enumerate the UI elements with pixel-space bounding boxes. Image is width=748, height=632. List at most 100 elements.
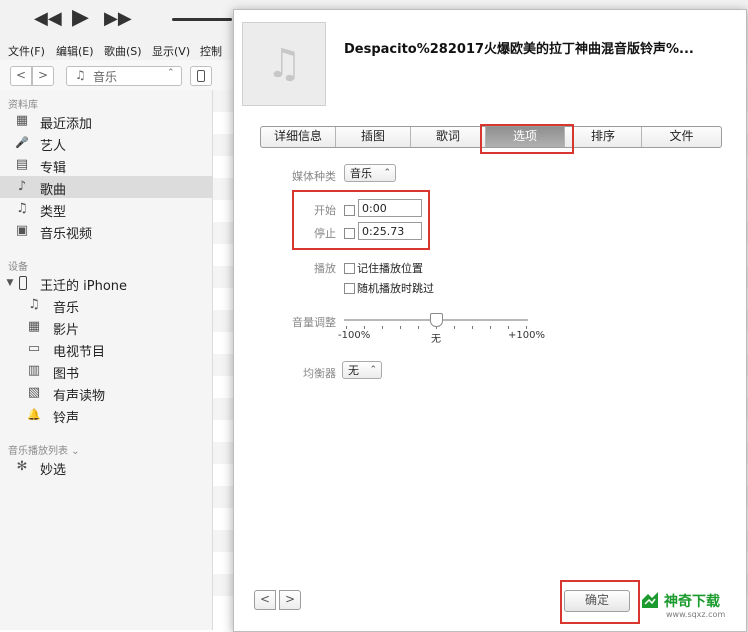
- tab-artwork[interactable]: 插图: [336, 127, 411, 147]
- skip-shuffle-checkbox[interactable]: [344, 283, 355, 294]
- options-tab-highlight: [480, 124, 574, 154]
- bell-icon: 🔔: [27, 408, 41, 421]
- volume-max-label: +100%: [508, 330, 545, 341]
- sidebar-item-label: 妙选: [40, 463, 67, 478]
- sidebar-item-device-audiobooks[interactable]: ▧ 有声读物: [0, 382, 212, 404]
- volume-mid-label: 无: [431, 334, 441, 345]
- tab-details[interactable]: 详细信息: [261, 127, 336, 147]
- previous-song-button[interactable]: <: [254, 590, 276, 610]
- genius-icon: ✻: [16, 459, 28, 474]
- sidebar-item-device-movies[interactable]: ▦ 影片: [0, 316, 212, 338]
- music-note-icon: ♫: [266, 41, 302, 87]
- media-kind-value: 音乐: [350, 167, 372, 180]
- menu-view[interactable]: 显示(V): [152, 43, 190, 59]
- volume-adjust-knob[interactable]: [430, 313, 443, 327]
- fast-forward-icon[interactable]: ▶▶: [104, 8, 132, 29]
- book-icon: ▥: [27, 363, 41, 378]
- iphone-icon: [19, 276, 27, 290]
- skip-shuffle-label: 随机播放时跳过: [357, 282, 434, 295]
- sidebar-item-label: 类型: [40, 205, 67, 220]
- volume-slider[interactable]: [172, 18, 232, 21]
- sidebar-item-label: 铃声: [53, 411, 80, 426]
- sidebar-item-device-tv-shows[interactable]: ▭ 电视节目: [0, 338, 212, 360]
- equalizer-select[interactable]: 无 ⌃: [342, 361, 382, 379]
- sidebar-item-albums[interactable]: ▤ 专辑: [0, 154, 212, 176]
- media-kind-select[interactable]: 音乐 ⌃: [344, 164, 396, 182]
- album-icon: ▤: [15, 157, 29, 172]
- playback-label: 播放: [314, 262, 336, 275]
- sidebar-item-label: 音乐: [53, 301, 80, 316]
- disclosure-triangle-icon[interactable]: ▼: [2, 275, 18, 291]
- sidebar-item-label: 电视节目: [53, 345, 106, 360]
- menu-edit[interactable]: 编辑(E): [56, 43, 94, 59]
- slider-tick: [400, 326, 401, 329]
- select-arrows-icon: ⌃: [167, 68, 175, 78]
- stop-time-input[interactable]: 0:25.73: [358, 222, 422, 240]
- watermark-logo-icon: [642, 592, 658, 608]
- music-note-icon: ♫: [28, 297, 40, 312]
- song-title: Despacito%282017火爆欧美的拉丁神曲混音版铃声%...: [344, 42, 694, 57]
- slider-tick: [346, 326, 347, 329]
- back-button[interactable]: <: [10, 66, 32, 86]
- menu-controls[interactable]: 控制: [200, 43, 222, 59]
- rewind-icon[interactable]: ◀◀: [34, 8, 62, 29]
- select-arrows-icon: ⌃: [369, 365, 377, 375]
- sidebar-item-label: 有声读物: [53, 389, 106, 404]
- iphone-icon: [197, 70, 205, 82]
- slider-tick: [526, 326, 527, 329]
- media-source-label: 音乐: [93, 70, 118, 84]
- film-icon: ▦: [27, 319, 41, 334]
- sidebar-item-genius[interactable]: ✻ 妙选: [0, 456, 212, 478]
- sidebar-item-device-books[interactable]: ▥ 图书: [0, 360, 212, 382]
- select-arrows-icon: ⌃: [383, 168, 391, 178]
- sidebar-item-songs[interactable]: ♪ 歌曲: [0, 176, 212, 198]
- slider-tick: [472, 326, 473, 329]
- ok-button-highlight: [560, 580, 640, 624]
- watermark: 神奇下载 www.sqxz.com: [640, 586, 746, 628]
- microphone-icon: 🎤: [15, 136, 29, 149]
- forward-button[interactable]: >: [32, 66, 54, 86]
- menu-file[interactable]: 文件(F): [8, 43, 45, 59]
- tab-lyrics[interactable]: 歌词: [411, 127, 486, 147]
- start-label: 开始: [314, 204, 336, 217]
- audiobook-icon: ▧: [27, 385, 41, 400]
- sidebar-item-device-music[interactable]: ♫ 音乐: [0, 294, 212, 316]
- sidebar-item-label: 图书: [53, 367, 80, 382]
- menu-song[interactable]: 歌曲(S): [104, 43, 142, 59]
- remember-position-checkbox[interactable]: [344, 263, 355, 274]
- tab-sorting[interactable]: 排序: [565, 127, 642, 147]
- devices-section-label: 设备: [8, 262, 28, 273]
- playlists-section-label[interactable]: 音乐播放列表 ⌄: [8, 442, 80, 457]
- volume-adjust-label: 音量调整: [292, 316, 336, 329]
- sidebar-item-music-videos[interactable]: ▣ 音乐视频: [0, 220, 212, 242]
- sidebar-item-device-tones[interactable]: 🔔 铃声: [0, 404, 212, 426]
- sidebar-item-label: 音乐视频: [40, 227, 93, 242]
- sidebar-item-recently-added[interactable]: ▦ 最近添加: [0, 110, 212, 132]
- library-section-label: 资料库: [8, 100, 38, 111]
- music-note-icon: ♪: [17, 179, 27, 194]
- sidebar-item-label: 影片: [53, 323, 80, 338]
- start-time-input[interactable]: 0:00: [358, 199, 422, 217]
- equalizer-value: 无: [348, 364, 359, 377]
- slider-tick: [490, 326, 491, 329]
- sidebar-item-device[interactable]: ▼ 王迁的 iPhone: [0, 272, 212, 294]
- next-song-button[interactable]: >: [279, 590, 301, 610]
- slider-tick: [508, 326, 509, 329]
- stop-label: 停止: [314, 227, 336, 240]
- tv-icon: ▭: [27, 341, 41, 356]
- equalizer-label: 均衡器: [303, 367, 336, 380]
- media-kind-label: 媒体种类: [292, 170, 336, 183]
- stop-checkbox[interactable]: [344, 228, 355, 239]
- sidebar-item-label: 最近添加: [40, 117, 93, 132]
- device-name: 王迁的 iPhone: [40, 279, 128, 294]
- device-button[interactable]: [190, 66, 212, 86]
- media-source-select[interactable]: ♫ 音乐 ⌃: [66, 66, 182, 86]
- remember-position-label: 记住播放位置: [357, 262, 423, 275]
- tab-file[interactable]: 文件: [642, 127, 721, 147]
- play-icon[interactable]: ▶: [72, 5, 89, 30]
- sidebar-item-label: 歌曲: [40, 183, 67, 198]
- genre-icon: ♫: [16, 201, 28, 216]
- sidebar-item-genres[interactable]: ♫ 类型: [0, 198, 212, 220]
- start-checkbox[interactable]: [344, 205, 355, 216]
- sidebar-item-artists[interactable]: 🎤 艺人: [0, 132, 212, 154]
